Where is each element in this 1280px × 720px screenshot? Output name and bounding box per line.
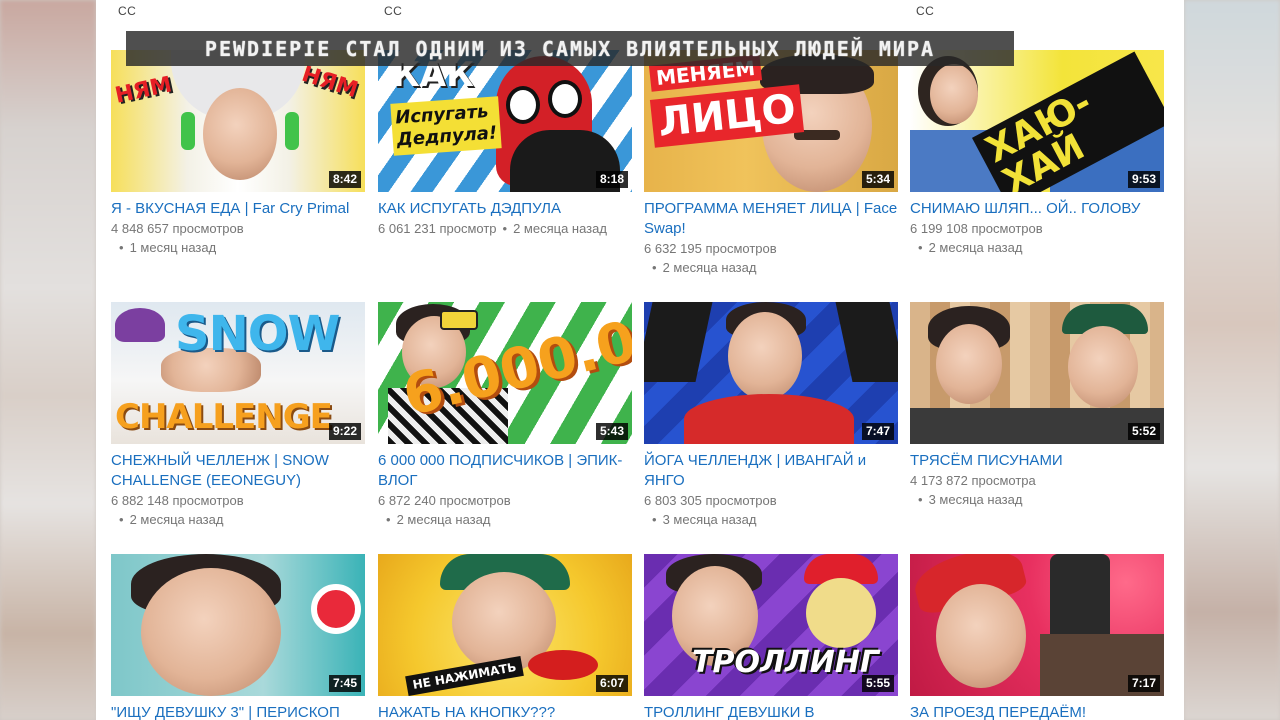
banner-text: PewDiePie стал одним из самых влиятельны…: [204, 36, 936, 61]
video-view-count: 6 803 305 просмотров: [644, 493, 777, 508]
video-upload-age: • 3 месяца назад: [652, 512, 757, 527]
video-thumbnail[interactable]: 7:45: [111, 554, 365, 696]
video-card[interactable]: МЕНЯЕМ ЛИЦО 5:34 ПРОГРАММА МЕНЯЕТ ЛИЦА |…: [644, 50, 898, 277]
video-view-count: 4 848 657 просмотров: [111, 221, 244, 236]
video-title-link[interactable]: НАЖАТЬ НА КНОПКУ???: [378, 703, 632, 720]
video-duration: 8:18: [595, 171, 628, 188]
video-view-count: 6 199 108 просмотров: [910, 221, 1043, 236]
video-card[interactable]: SNOW CHALLENGE 9:22 СНЕЖНЫЙ ЧЕЛЛЕНЖ | SN…: [111, 302, 365, 529]
video-title-link[interactable]: ТРЯСЁМ ПИСУНАМИ: [910, 451, 1164, 471]
video-upload-age: • 3 месяца назад: [918, 492, 1023, 507]
video-view-count: 6 632 195 просмотров: [644, 241, 777, 256]
video-duration: 5:43: [595, 423, 628, 440]
video-title-link[interactable]: СНИМАЮ ШЛЯП... ОЙ.. ГОЛОВУ: [910, 199, 1164, 219]
video-thumbnail[interactable]: НЯМ НЯМ 8:42: [111, 50, 365, 192]
video-upload-age: • 2 месяца назад: [386, 512, 491, 527]
video-card[interactable]: НЯМ НЯМ 8:42 Я - ВКУСНАЯ ЕДА | Far Cry P…: [111, 50, 365, 257]
thumbnail-overlay-text: CHALLENGE: [115, 397, 333, 437]
video-duration: 9:22: [328, 423, 361, 440]
video-card[interactable]: ХАЮ-ХАЙ 9:53 СНИМАЮ ШЛЯП... ОЙ.. ГОЛОВУ …: [910, 50, 1164, 257]
video-thumbnail[interactable]: МЕНЯЕМ ЛИЦО 5:34: [644, 50, 898, 192]
video-thumbnail[interactable]: ТРОЛЛИНГ 5:55: [644, 554, 898, 696]
video-title-link[interactable]: ПРОГРАММА МЕНЯЕТ ЛИЦА | Face Swap!: [644, 199, 898, 239]
video-title-link[interactable]: "ИЩУ ДЕВУШКУ 3" | ПЕРИСКОП: [111, 703, 365, 720]
video-card[interactable]: 7:47 ЙОГА ЧЕЛЛЕНДЖ | ИВАНГАЙ и ЯНГО 6 80…: [644, 302, 898, 529]
video-card[interactable]: 7:17 ЗА ПРОЕЗД ПЕРЕДАЁМ!: [910, 554, 1164, 720]
video-title-link[interactable]: ЙОГА ЧЕЛЛЕНДЖ | ИВАНГАЙ и ЯНГО: [644, 451, 898, 491]
thumbnail-overlay-text: SNOW: [175, 306, 340, 362]
video-thumbnail[interactable]: 7:47: [644, 302, 898, 444]
video-duration: 8:42: [328, 171, 361, 188]
previous-row-captions: CC CC CC: [96, 4, 1184, 22]
video-duration: 9:53: [1127, 171, 1160, 188]
video-thumbnail[interactable]: 6.000.000 5:43: [378, 302, 632, 444]
blurred-background-right: [1184, 0, 1280, 720]
cc-badge: CC: [118, 4, 137, 18]
video-upload-age: • 2 месяца назад: [119, 512, 224, 527]
video-upload-age: • 2 месяца назад: [652, 260, 757, 275]
cc-badge: CC: [916, 4, 935, 18]
video-thumbnail[interactable]: ХАЮ-ХАЙ 9:53: [910, 50, 1164, 192]
video-view-count: 6 061 231 просмотр • 2 месяца назад: [378, 221, 607, 236]
blurred-background-left: [0, 0, 96, 720]
video-duration: 6:07: [595, 675, 628, 692]
video-card[interactable]: 5:52 ТРЯСЁМ ПИСУНАМИ 4 173 872 просмотра…: [910, 302, 1164, 509]
video-view-count: 6 872 240 просмотров: [378, 493, 511, 508]
video-duration: 7:47: [861, 423, 894, 440]
video-card[interactable]: ТРОЛЛИНГ 5:55 ТРОЛЛИНГ ДЕВУШКИ В: [644, 554, 898, 720]
video-duration: 7:17: [1127, 675, 1160, 692]
video-title-link[interactable]: 6 000 000 ПОДПИСЧИКОВ | ЭПИК-ВЛОГ: [378, 451, 632, 491]
video-card[interactable]: 7:45 "ИЩУ ДЕВУШКУ 3" | ПЕРИСКОП: [111, 554, 365, 720]
video-upload-age: • 2 месяца назад: [918, 240, 1023, 255]
video-thumbnail[interactable]: КАК Испугать Дедпула! 8:18: [378, 50, 632, 192]
video-duration: 5:55: [861, 675, 894, 692]
video-card[interactable]: 6.000.000 5:43 6 000 000 ПОДПИСЧИКОВ | Э…: [378, 302, 632, 529]
video-grid-page: CC CC CC PewDiePie стал одним из самых в…: [96, 0, 1184, 720]
video-thumbnail[interactable]: 5:52: [910, 302, 1164, 444]
video-thumbnail[interactable]: 7:17: [910, 554, 1164, 696]
video-view-count: 6 882 148 просмотров: [111, 493, 244, 508]
video-thumbnail[interactable]: SNOW CHALLENGE 9:22: [111, 302, 365, 444]
video-upload-age: • 1 месяц назад: [119, 240, 217, 255]
video-card[interactable]: КАК Испугать Дедпула! 8:18 КАК ИСПУГАТЬ …: [378, 50, 632, 238]
video-duration: 5:34: [861, 171, 894, 188]
video-duration: 7:45: [328, 675, 361, 692]
news-banner: PewDiePie стал одним из самых влиятельны…: [126, 31, 1014, 66]
video-duration: 5:52: [1127, 423, 1160, 440]
video-title-link[interactable]: СНЕЖНЫЙ ЧЕЛЛЕНЖ | SNOW CHALLENGE (EEONEG…: [111, 451, 365, 491]
video-thumbnail[interactable]: НЕ НАЖИМАТЬ 6:07: [378, 554, 632, 696]
video-title-link[interactable]: КАК ИСПУГАТЬ ДЭДПУЛА: [378, 199, 632, 219]
thumbnail-overlay-text: Испугать Дедпула!: [390, 96, 502, 156]
video-title-link[interactable]: ЗА ПРОЕЗД ПЕРЕДАЁМ!: [910, 703, 1164, 720]
thumbnail-overlay-text: ТРОЛЛИНГ: [692, 645, 880, 680]
cc-badge: CC: [384, 4, 403, 18]
video-card[interactable]: НЕ НАЖИМАТЬ 6:07 НАЖАТЬ НА КНОПКУ???: [378, 554, 632, 720]
video-title-link[interactable]: Я - ВКУСНАЯ ЕДА | Far Cry Primal: [111, 199, 365, 219]
video-title-link[interactable]: ТРОЛЛИНГ ДЕВУШКИ В: [644, 703, 898, 720]
video-view-count: 4 173 872 просмотра: [910, 473, 1036, 488]
